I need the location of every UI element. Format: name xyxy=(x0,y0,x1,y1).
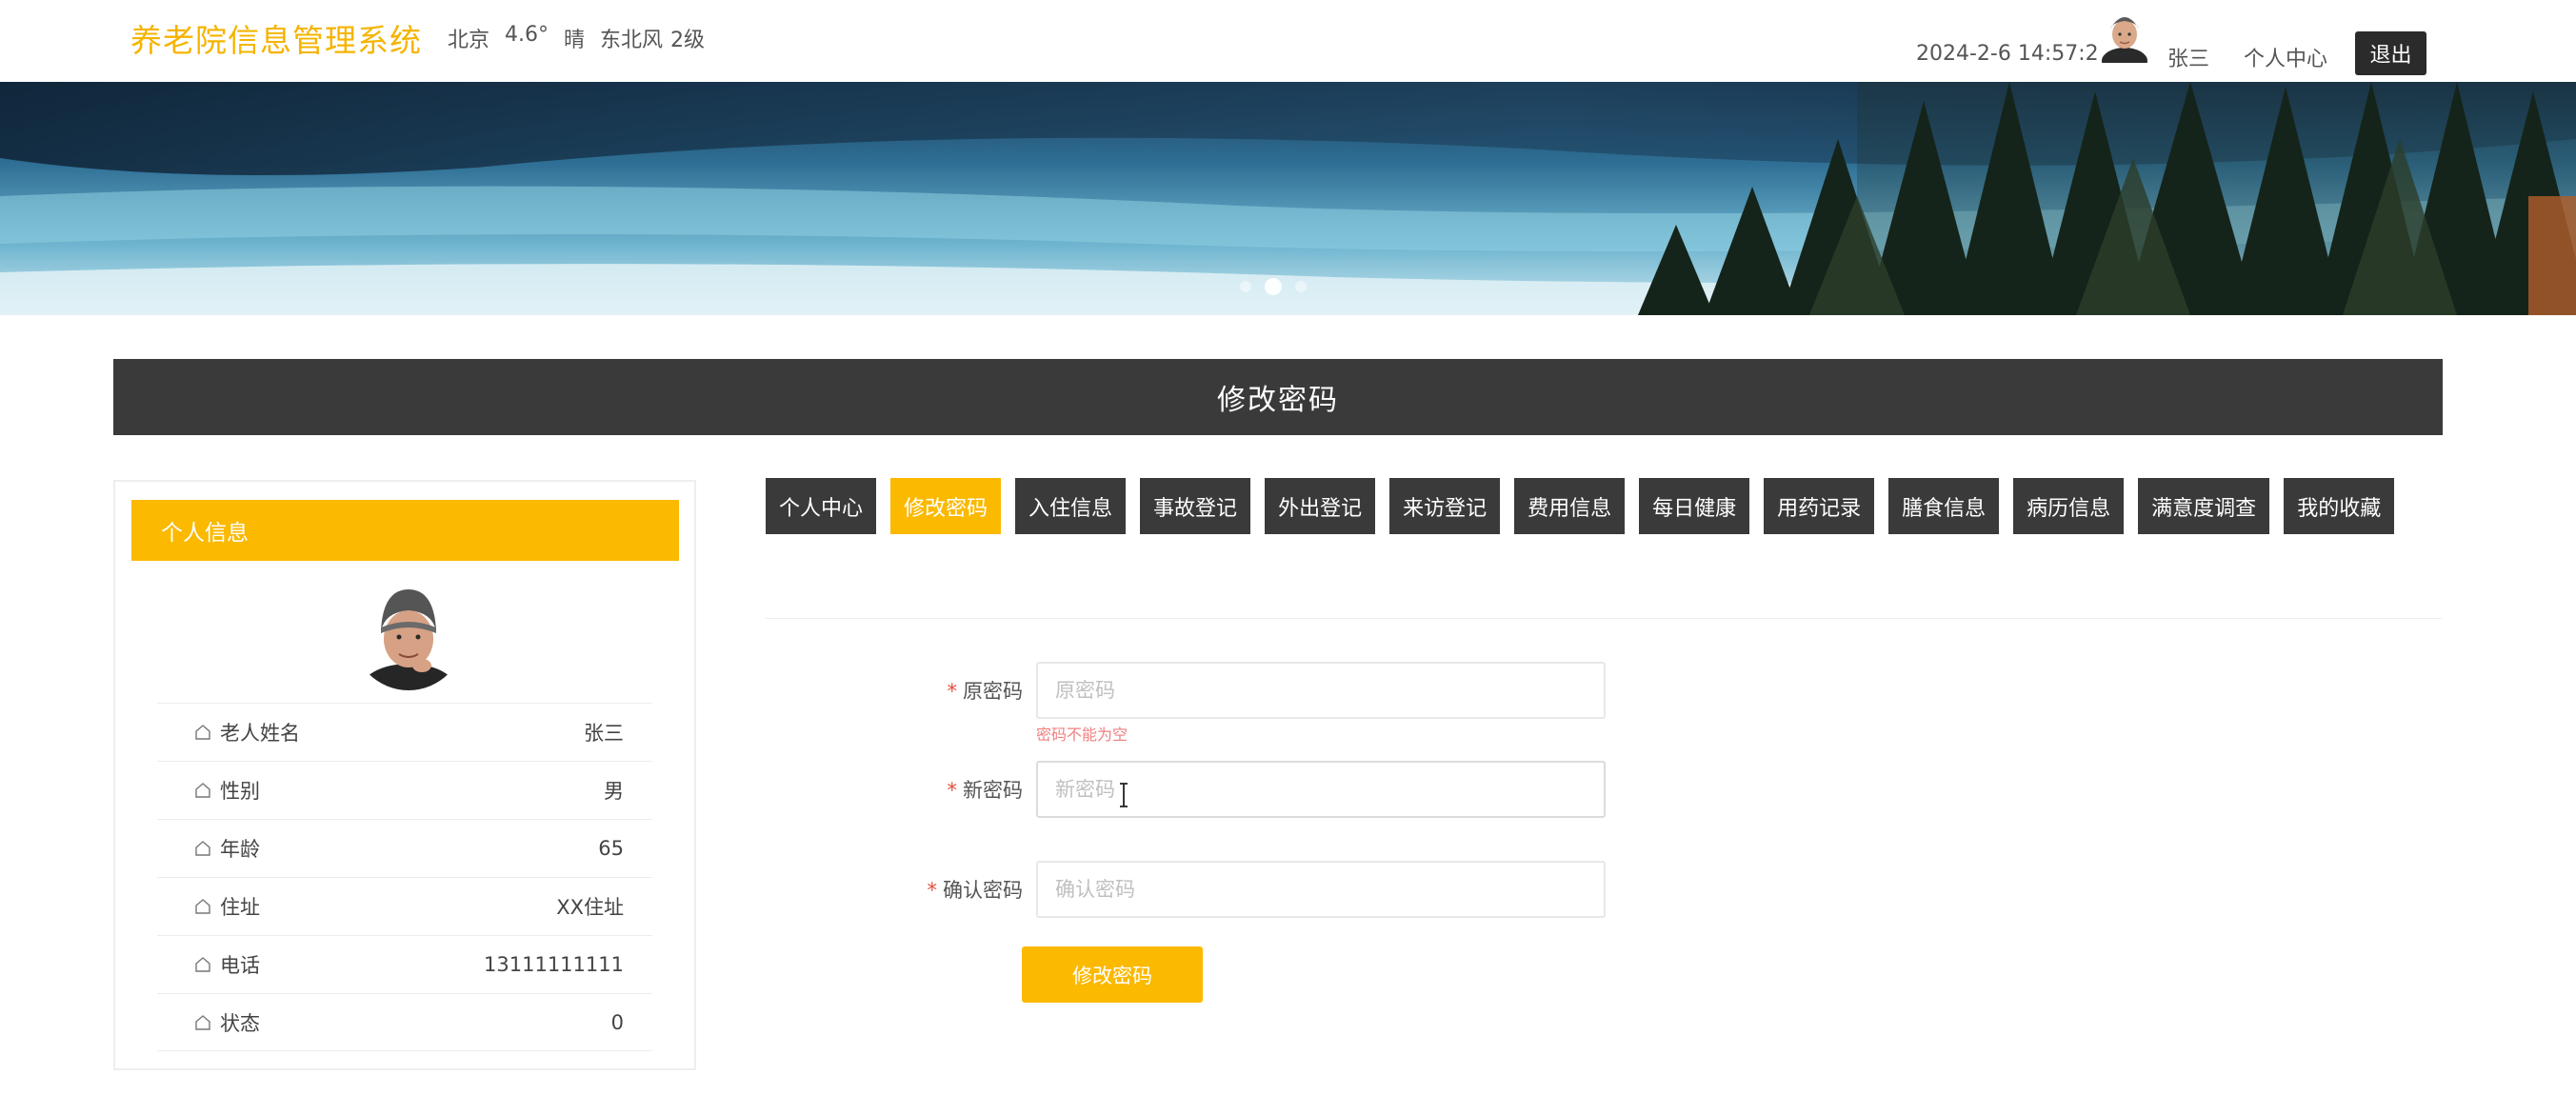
tab-satisfaction-survey[interactable]: 满意度调查 xyxy=(2138,478,2270,534)
info-value: 65 xyxy=(598,837,624,860)
current-datetime: 2024-2-6 14:57:29 xyxy=(1916,42,2112,66)
tab-fee-info[interactable]: 费用信息 xyxy=(1514,478,1626,534)
info-row-address: 住址 XX住址 xyxy=(157,877,652,935)
home-icon xyxy=(195,841,210,856)
tab-outing-register[interactable]: 外出登记 xyxy=(1265,478,1376,534)
home-icon xyxy=(195,725,210,740)
user-nav-tabs: 个人中心 修改密码 入住信息 事故登记 外出登记 来访登记 费用信息 每日健康 … xyxy=(766,478,2395,534)
change-password-submit-button[interactable]: 修改密码 xyxy=(1022,946,1203,1003)
text-cursor-icon xyxy=(1120,783,1128,807)
old-password-label: * 原密码 xyxy=(947,680,1024,703)
info-label: 性别 xyxy=(220,780,260,803)
tab-personal-center[interactable]: 个人中心 xyxy=(766,478,877,534)
home-icon xyxy=(195,899,210,914)
new-password-row: * 新密码 xyxy=(918,761,1606,818)
info-value: 张三 xyxy=(584,722,624,745)
personal-center-link[interactable]: 个人中心 xyxy=(2244,42,2327,72)
new-password-label: * 新密码 xyxy=(947,779,1024,802)
carousel-dot-2[interactable] xyxy=(1265,278,1282,295)
header-avatar[interactable] xyxy=(2099,6,2150,74)
home-icon xyxy=(195,1014,210,1030)
tab-my-favorites[interactable]: 我的收藏 xyxy=(2284,478,2395,534)
info-row-phone: 电话 13111111111 xyxy=(157,935,652,993)
info-row-gender: 性别 男 xyxy=(157,761,652,819)
info-value: 0 xyxy=(610,1010,624,1034)
confirm-password-input[interactable] xyxy=(1036,861,1606,918)
weather-temperature: 4.6° xyxy=(505,23,549,47)
carousel-dots xyxy=(1240,278,1307,295)
weather-widget: 北京 4.6° 晴 东北风 2级 xyxy=(448,23,705,53)
tab-accident-register[interactable]: 事故登记 xyxy=(1140,478,1251,534)
info-value: XX住址 xyxy=(556,896,624,919)
tab-checkin-info[interactable]: 入住信息 xyxy=(1015,478,1127,534)
page-title: 修改密码 xyxy=(113,359,2443,435)
banner-carousel[interactable] xyxy=(0,82,2576,315)
confirm-password-row: * 确认密码 xyxy=(918,861,1606,918)
profile-heading: 个人信息 xyxy=(131,500,679,561)
tab-medical-records[interactable]: 病历信息 xyxy=(2013,478,2125,534)
site-title[interactable]: 养老院信息管理系统 xyxy=(130,15,422,61)
old-password-error: 密码不能为空 xyxy=(1036,726,1128,744)
header-username[interactable]: 张三 xyxy=(2167,42,2209,72)
tab-medication-records[interactable]: 用药记录 xyxy=(1764,478,1875,534)
tab-change-password[interactable]: 修改密码 xyxy=(890,478,1002,534)
tab-meal-info[interactable]: 膳食信息 xyxy=(1888,478,2000,534)
info-row-name: 老人姓名 张三 xyxy=(157,703,652,761)
info-value: 13111111111 xyxy=(484,953,624,976)
profile-info-list: 老人姓名 张三 性别 男 年龄 65 住址 XX住址 电话 1311111111… xyxy=(157,703,652,1051)
weather-wind: 东北风 xyxy=(600,29,664,52)
weather-wind-level: 2级 xyxy=(670,29,706,52)
info-row-status: 状态 0 xyxy=(157,993,652,1051)
info-label: 住址 xyxy=(220,896,260,919)
home-icon xyxy=(195,957,210,972)
weather-city: 北京 xyxy=(448,29,490,52)
info-row-age: 年龄 65 xyxy=(157,819,652,877)
tab-daily-health[interactable]: 每日健康 xyxy=(1639,478,1750,534)
tabs-divider xyxy=(766,618,2442,619)
profile-card: 个人信息 老人姓名 张三 性别 男 年龄 65 住址 XX住址 电话 13111… xyxy=(113,480,696,1070)
info-label: 老人姓名 xyxy=(220,722,300,745)
carousel-dot-1[interactable] xyxy=(1240,281,1251,292)
old-password-row: * 原密码 xyxy=(918,662,1606,719)
confirm-password-label: * 确认密码 xyxy=(927,879,1024,902)
info-label: 电话 xyxy=(220,954,260,977)
info-label: 状态 xyxy=(220,1011,260,1035)
logout-button[interactable]: 退出 xyxy=(2355,31,2426,75)
top-header: 养老院信息管理系统 北京 4.6° 晴 东北风 2级 2024-2-6 14:5… xyxy=(0,0,2576,82)
tab-visit-register[interactable]: 来访登记 xyxy=(1389,478,1501,534)
info-value: 男 xyxy=(604,780,624,803)
old-password-input[interactable] xyxy=(1036,662,1606,719)
profile-avatar xyxy=(352,578,465,690)
home-icon xyxy=(195,783,210,798)
carousel-dot-3[interactable] xyxy=(1295,281,1307,292)
info-label: 年龄 xyxy=(220,838,260,861)
weather-condition: 晴 xyxy=(564,29,586,52)
